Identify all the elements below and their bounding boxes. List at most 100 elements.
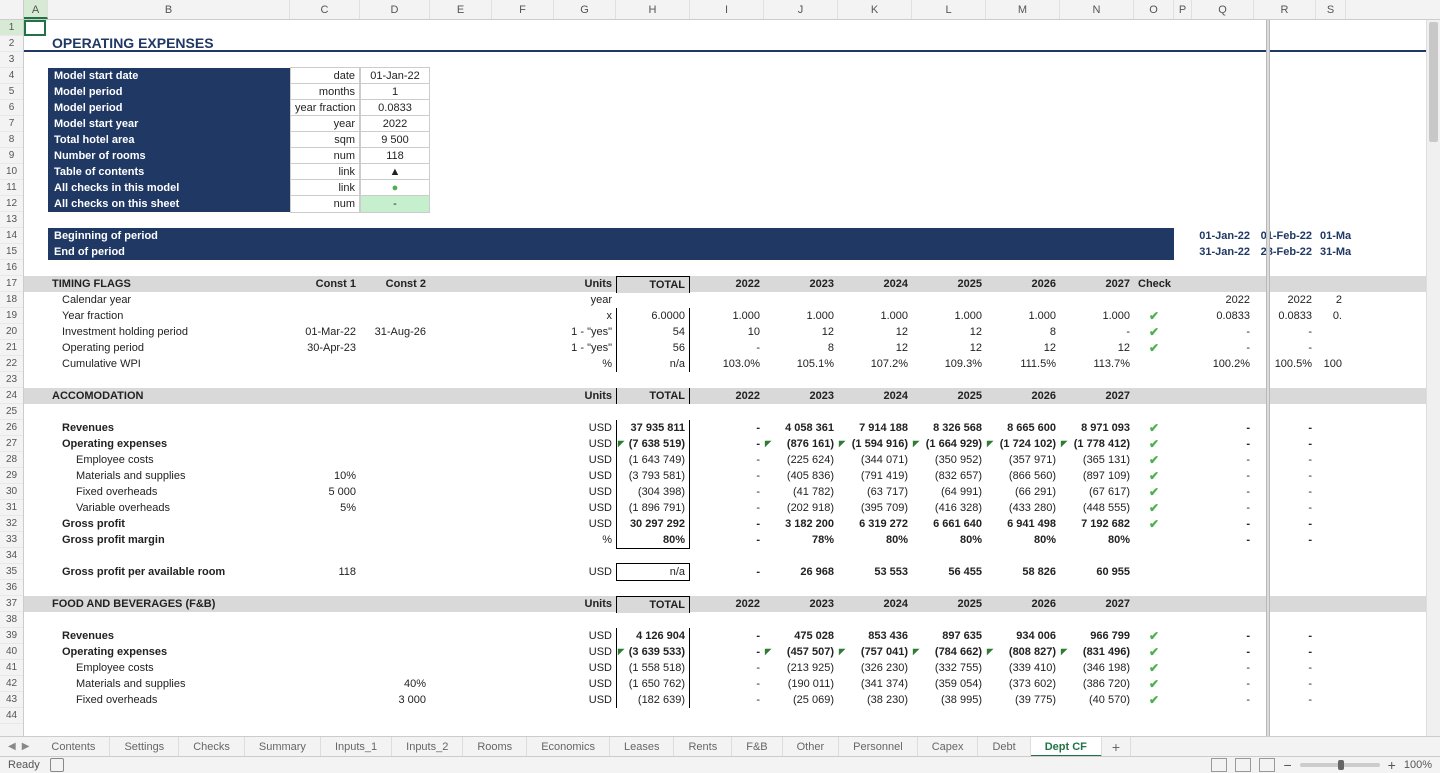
sheet-tab-inputs-1[interactable]: Inputs_1 xyxy=(321,737,392,757)
sheet-tab-leases[interactable]: Leases xyxy=(610,737,674,757)
period-band-eop[interactable]: End of period xyxy=(48,244,290,260)
row-header-35[interactable]: 35 xyxy=(0,564,23,580)
sheet-tab-personnel[interactable]: Personnel xyxy=(839,737,918,757)
accom-row[interactable]: Fixed overheads xyxy=(48,484,290,500)
col-header-L[interactable]: L xyxy=(912,0,986,19)
timing-row[interactable]: Operating period xyxy=(48,340,290,356)
check-icon[interactable]: ✔ xyxy=(1134,308,1174,324)
sheet-tab-summary[interactable]: Summary xyxy=(245,737,321,757)
row-header-34[interactable]: 34 xyxy=(0,548,23,564)
timeline[interactable]: 31-Jan-22 xyxy=(1192,244,1254,260)
model-label[interactable]: Model start date xyxy=(48,68,290,84)
col-header-C[interactable]: C xyxy=(290,0,360,19)
col-header-E[interactable]: E xyxy=(430,0,492,19)
accom-row[interactable]: Operating expenses xyxy=(48,436,290,452)
section-accom[interactable]: ACCOMODATION xyxy=(48,388,290,404)
zoom-out-icon[interactable]: − xyxy=(1283,757,1291,773)
row-header-5[interactable]: 5 xyxy=(0,84,23,100)
row-header-13[interactable]: 13 xyxy=(0,212,23,228)
zoom-in-icon[interactable]: + xyxy=(1388,757,1396,773)
check-icon[interactable]: ✔ xyxy=(1134,484,1174,500)
row-header-8[interactable]: 8 xyxy=(0,132,23,148)
col-header-F[interactable]: F xyxy=(492,0,554,19)
model-label[interactable]: All checks in this model xyxy=(48,180,290,196)
check-icon[interactable]: ✔ xyxy=(1134,500,1174,516)
col-header-N[interactable]: N xyxy=(1060,0,1134,19)
row-header-43[interactable]: 43 xyxy=(0,692,23,708)
row-header-19[interactable]: 19 xyxy=(0,308,23,324)
col-header-H[interactable]: H xyxy=(616,0,690,19)
row-header-42[interactable]: 42 xyxy=(0,676,23,692)
row-header-31[interactable]: 31 xyxy=(0,500,23,516)
fnb-row[interactable]: Materials and supplies xyxy=(48,676,290,692)
period-band-bop[interactable]: Beginning of period xyxy=(48,228,290,244)
view-page-break-icon[interactable] xyxy=(1259,758,1275,772)
zoom-level[interactable]: 100% xyxy=(1404,759,1432,771)
sheet-tab-debt[interactable]: Debt xyxy=(978,737,1030,757)
sheet-tab-rents[interactable]: Rents xyxy=(674,737,732,757)
timeline[interactable]: 01-Jan-22 xyxy=(1192,228,1254,244)
col-header-J[interactable]: J xyxy=(764,0,838,19)
accom-row[interactable]: Employee costs xyxy=(48,452,290,468)
row-header-16[interactable]: 16 xyxy=(0,260,23,276)
check-icon[interactable]: ✔ xyxy=(1134,468,1174,484)
row-header-30[interactable]: 30 xyxy=(0,484,23,500)
accom-row[interactable]: Gross profit margin xyxy=(48,532,290,548)
accom-row[interactable]: Gross profit per available room xyxy=(48,564,290,580)
row-header-32[interactable]: 32 xyxy=(0,516,23,532)
col-header-B[interactable]: B xyxy=(48,0,290,19)
fnb-row[interactable]: Fixed overheads xyxy=(48,692,290,708)
row-header-40[interactable]: 40 xyxy=(0,644,23,660)
model-label[interactable]: Total hotel area xyxy=(48,132,290,148)
macro-record-icon[interactable] xyxy=(50,758,64,772)
section-timing[interactable]: TIMING FLAGS xyxy=(48,276,290,292)
accom-row[interactable]: Gross profit xyxy=(48,516,290,532)
sheet-tab-checks[interactable]: Checks xyxy=(179,737,245,757)
row-header-1[interactable]: 1 xyxy=(0,20,23,36)
model-label[interactable]: Model period xyxy=(48,100,290,116)
sheet-tab-rooms[interactable]: Rooms xyxy=(463,737,527,757)
model-label[interactable]: Model start year xyxy=(48,116,290,132)
fnb-row[interactable]: Operating expenses xyxy=(48,644,290,660)
sheet-tab-contents[interactable]: Contents xyxy=(37,737,110,757)
model-label[interactable]: Model period xyxy=(48,84,290,100)
model-label[interactable]: All checks on this sheet xyxy=(48,196,290,212)
row-header-26[interactable]: 26 xyxy=(0,420,23,436)
vertical-scrollbar[interactable] xyxy=(1426,20,1440,736)
timeline[interactable]: 01-Ma xyxy=(1316,228,1346,244)
row-header-21[interactable]: 21 xyxy=(0,340,23,356)
row-header-10[interactable]: 10 xyxy=(0,164,23,180)
sheet-tab-other[interactable]: Other xyxy=(783,737,840,757)
row-header-27[interactable]: 27 xyxy=(0,436,23,452)
row-header-17[interactable]: 17 xyxy=(0,276,23,292)
row-header-37[interactable]: 37 xyxy=(0,596,23,612)
col-header-O[interactable]: O xyxy=(1134,0,1174,19)
row-header-7[interactable]: 7 xyxy=(0,116,23,132)
col-header-P[interactable]: P xyxy=(1174,0,1192,19)
page-title[interactable]: OPERATING EXPENSES xyxy=(48,35,290,51)
timing-row[interactable]: Cumulative WPI xyxy=(48,356,290,372)
timeline[interactable]: 01-Feb-22 xyxy=(1254,228,1316,244)
accom-row[interactable]: Revenues xyxy=(48,420,290,436)
row-header-24[interactable]: 24 xyxy=(0,388,23,404)
sheet-tab-f-b[interactable]: F&B xyxy=(732,737,782,757)
col-header-M[interactable]: M xyxy=(986,0,1060,19)
row-header-39[interactable]: 39 xyxy=(0,628,23,644)
col-header-D[interactable]: D xyxy=(360,0,430,19)
section-fnb[interactable]: FOOD AND BEVERAGES (F&B) xyxy=(48,596,290,612)
grid-area[interactable]: OPERATING EXPENSESModel start datedate01… xyxy=(24,20,1440,736)
check-icon[interactable]: ✔ xyxy=(1134,644,1174,660)
row-header-23[interactable]: 23 xyxy=(0,372,23,388)
sheet-tab-inputs-2[interactable]: Inputs_2 xyxy=(392,737,463,757)
check-icon[interactable]: ✔ xyxy=(1134,628,1174,644)
row-header-20[interactable]: 20 xyxy=(0,324,23,340)
row-header-41[interactable]: 41 xyxy=(0,660,23,676)
timing-row[interactable]: Calendar year xyxy=(48,292,290,308)
select-all-corner[interactable] xyxy=(0,0,24,19)
timing-row[interactable]: Investment holding period xyxy=(48,324,290,340)
row-header-14[interactable]: 14 xyxy=(0,228,23,244)
sheet-tab-economics[interactable]: Economics xyxy=(527,737,610,757)
row-header-6[interactable]: 6 xyxy=(0,100,23,116)
col-header-Q[interactable]: Q xyxy=(1192,0,1254,19)
row-header-18[interactable]: 18 xyxy=(0,292,23,308)
